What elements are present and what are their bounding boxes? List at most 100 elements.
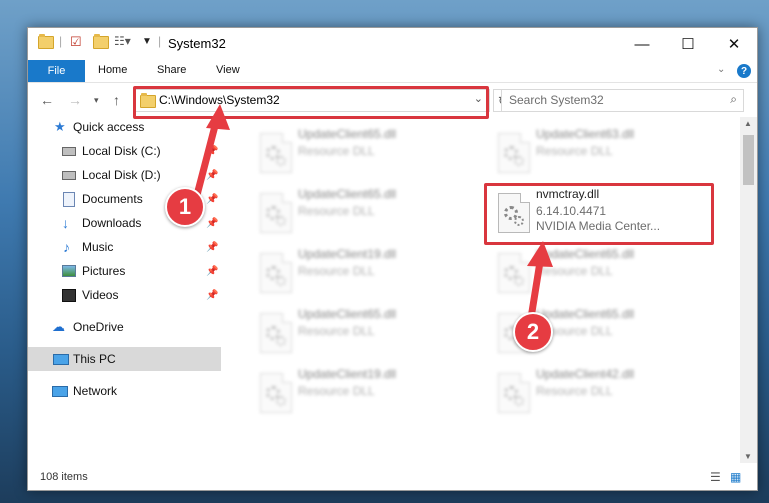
separator: | xyxy=(59,34,63,48)
cloud-icon: ☁ xyxy=(52,319,65,334)
tab-share[interactable]: Share xyxy=(157,64,186,76)
file-description: Resource DLL xyxy=(298,144,375,158)
drive-icon xyxy=(62,170,76,180)
chevron-down-icon[interactable]: ▼ xyxy=(142,36,152,47)
search-placeholder: Search System32 xyxy=(509,93,604,107)
sidebar-item-this-pc[interactable]: This PC xyxy=(28,347,221,371)
ribbon-tabs: File Home Share View ⌄ ? xyxy=(28,60,757,83)
new-folder-icon[interactable] xyxy=(93,34,109,49)
file-name: UpdateClient65.dll xyxy=(298,187,397,201)
back-arrow-icon[interactable]: ← xyxy=(40,92,54,108)
step-2-badge: 2 xyxy=(513,312,553,352)
scroll-down-icon[interactable]: ▼ xyxy=(744,452,752,461)
folder-icon xyxy=(140,93,156,108)
file-item[interactable]: UpdateClient63.dll Resource DLL xyxy=(484,123,704,179)
dll-file-icon xyxy=(498,253,530,293)
sidebar-item-local-disk-d[interactable]: Local Disk (D:) 📌 xyxy=(28,163,221,187)
recent-locations-icon[interactable]: ▾ xyxy=(94,95,99,106)
forward-arrow-icon[interactable]: → xyxy=(68,92,82,108)
sidebar-item-label: Local Disk (D:) xyxy=(82,168,161,182)
pin-icon[interactable]: 📌 xyxy=(206,266,218,277)
properties-icon[interactable]: ☑ xyxy=(70,34,82,50)
documents-icon xyxy=(63,191,75,207)
file-item[interactable]: UpdateClient19.dll Resource DLL xyxy=(246,363,466,419)
tab-home[interactable]: Home xyxy=(98,64,127,76)
search-icon[interactable]: ⌕ xyxy=(730,92,737,107)
tab-view[interactable]: View xyxy=(216,64,240,76)
sidebar-item-label: Quick access xyxy=(73,120,145,134)
sidebar-item-onedrive[interactable]: ☁ OneDrive xyxy=(28,315,221,339)
sidebar-item-network[interactable]: Network xyxy=(28,379,221,403)
file-name: UpdateClient63.dll xyxy=(536,127,635,141)
sidebar-item-music[interactable]: ♪ Music 📌 xyxy=(28,235,221,259)
step-1-badge: 1 xyxy=(165,187,205,227)
file-version: 6.14.10.4471 xyxy=(536,204,607,218)
pin-icon[interactable]: 📌 xyxy=(206,242,218,253)
file-item[interactable]: UpdateClient65.dll Resource DLL xyxy=(484,243,704,299)
dll-file-icon xyxy=(498,193,530,233)
tab-file[interactable]: File xyxy=(28,60,85,82)
pin-icon[interactable]: 📌 xyxy=(206,170,218,181)
file-item[interactable]: UpdateClient65.dll Resource DLL xyxy=(246,123,466,179)
navigation-pane: ★ Quick access Local Disk (C:) 📌 Local D… xyxy=(28,117,221,463)
pin-icon[interactable]: 📌 xyxy=(206,146,218,157)
up-arrow-icon[interactable]: ↑ xyxy=(113,92,120,108)
search-input[interactable]: Search System32 ⌕ xyxy=(501,89,744,112)
file-name: UpdateClient65.dll xyxy=(298,307,397,321)
pictures-icon xyxy=(62,265,76,277)
file-item[interactable]: UpdateClient42.dll Resource DLL xyxy=(484,363,704,419)
pin-icon[interactable]: 📌 xyxy=(206,290,218,301)
file-description: Resource DLL xyxy=(536,144,613,158)
file-list: UpdateClient65.dll Resource DLL UpdateCl… xyxy=(230,117,738,463)
pin-icon[interactable]: 📌 xyxy=(206,194,218,205)
file-item[interactable]: UpdateClient65.dll Resource DLL xyxy=(246,303,466,359)
close-button[interactable]: ✕ xyxy=(711,28,757,60)
dll-file-icon xyxy=(498,133,530,173)
address-path: C:\Windows\System32 xyxy=(159,93,280,107)
sidebar-item-local-disk-c[interactable]: Local Disk (C:) 📌 xyxy=(28,139,221,163)
sidebar-item-label: Videos xyxy=(82,288,119,302)
sidebar-item-label: Music xyxy=(82,240,114,254)
dll-file-icon xyxy=(260,313,292,353)
pin-icon[interactable]: 📌 xyxy=(206,218,218,229)
item-count: 108 items xyxy=(40,471,88,483)
file-name: UpdateClient19.dll xyxy=(298,247,397,261)
scrollbar-thumb[interactable] xyxy=(743,135,754,185)
scroll-up-icon[interactable]: ▲ xyxy=(744,119,752,128)
file-description: Resource DLL xyxy=(298,264,375,278)
dll-file-icon xyxy=(260,253,292,293)
file-item[interactable]: UpdateClient19.dll Resource DLL xyxy=(246,243,466,299)
computer-icon xyxy=(53,353,69,365)
minimize-button[interactable]: — xyxy=(619,28,665,60)
large-icons-view-icon[interactable]: ▦ xyxy=(730,470,741,484)
sidebar-item-label: Pictures xyxy=(82,264,126,278)
help-icon[interactable]: ? xyxy=(737,64,751,78)
customize-toolbar-icon[interactable]: ☷▾ xyxy=(114,34,131,48)
sidebar-item-label: Downloads xyxy=(82,216,142,230)
download-icon: ↓ xyxy=(62,215,69,231)
sidebar-item-label: This PC xyxy=(73,352,116,366)
sidebar-item-label: Network xyxy=(73,384,118,398)
network-icon xyxy=(52,385,68,397)
file-description: Resource DLL xyxy=(536,264,613,278)
sidebar-item-pictures[interactable]: Pictures 📌 xyxy=(28,259,221,283)
sidebar-item-videos[interactable]: Videos 📌 xyxy=(28,283,221,307)
file-item[interactable]: UpdateClient65.dll Resource DLL xyxy=(246,183,466,239)
expand-ribbon-icon[interactable]: ⌄ xyxy=(717,64,725,75)
file-name: UpdateClient65.dll xyxy=(298,127,397,141)
status-bar: 108 items ☰ ▦ xyxy=(28,464,757,490)
separator: | xyxy=(158,34,162,48)
vertical-scrollbar[interactable]: ▲ ▼ xyxy=(740,117,757,463)
details-view-icon[interactable]: ☰ xyxy=(710,470,721,484)
maximize-button[interactable]: ☐ xyxy=(665,28,711,60)
file-item-nvmctray[interactable]: nvmctray.dll 6.14.10.4471 NVIDIA Media C… xyxy=(484,183,704,239)
folder-icon[interactable] xyxy=(38,34,54,49)
sidebar-item-quick-access[interactable]: ★ Quick access xyxy=(28,115,221,139)
file-name: UpdateClient19.dll xyxy=(298,367,397,381)
file-name: UpdateClient42.dll xyxy=(536,367,635,381)
window-title: System32 xyxy=(168,36,226,51)
chevron-down-icon[interactable]: ⌄ xyxy=(474,92,483,105)
file-name: nvmctray.dll xyxy=(536,187,600,201)
address-bar[interactable]: C:\Windows\System32 ⌄ xyxy=(134,89,490,112)
star-icon: ★ xyxy=(54,119,66,134)
